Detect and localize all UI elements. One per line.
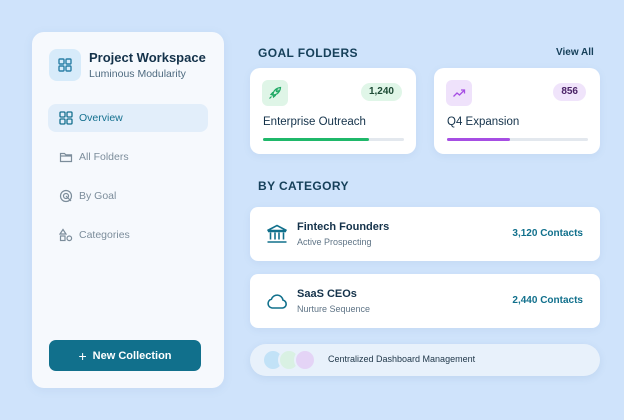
category-card-fintech-founders[interactable]: Fintech Founders Active Prospecting 3,12…	[250, 207, 600, 261]
workspace-logo-icon	[49, 49, 81, 81]
sidebar: Project Workspace Luminous Modularity Ov…	[32, 32, 224, 388]
goal-progress-track	[263, 138, 404, 141]
goal-name: Q4 Expansion	[447, 116, 520, 128]
category-contact-count: 3,120 Contacts	[512, 228, 583, 239]
sidebar-item-label: Overview	[79, 112, 123, 124]
goal-count-badge: 856	[553, 83, 586, 101]
sidebar-item-overview[interactable]: Overview	[48, 104, 208, 132]
sidebar-item-all-folders[interactable]: All Folders	[48, 143, 208, 171]
new-collection-label: New Collection	[92, 349, 172, 362]
workspace-subtitle: Luminous Modularity	[89, 67, 186, 80]
category-status: Nurture Sequence	[297, 304, 371, 314]
folder-icon	[59, 152, 73, 163]
goal-progress-fill	[263, 138, 369, 141]
new-collection-button[interactable]: + New Collection	[49, 340, 201, 371]
sidebar-item-label: By Goal	[79, 190, 117, 202]
goal-name: Enterprise Outreach	[263, 116, 366, 128]
plus-icon: +	[78, 347, 87, 364]
workspace-header: Project Workspace Luminous Modularity	[49, 49, 206, 81]
sidebar-nav: Overview All Folders By Goal Categories	[48, 104, 208, 260]
shapes-icon	[59, 228, 73, 242]
dashboard-footer-bar: Centralized Dashboard Management	[250, 344, 600, 376]
workspace-title: Project Workspace	[89, 49, 206, 65]
trending-up-icon	[446, 80, 472, 106]
goal-card-q4-expansion[interactable]: 856 Q4 Expansion	[434, 68, 600, 154]
view-all-link[interactable]: View All	[556, 47, 594, 58]
category-status: Active Prospecting	[297, 237, 372, 247]
rocket-icon	[262, 80, 288, 106]
footer-text: Centralized Dashboard Management	[328, 354, 476, 364]
grid-icon	[59, 111, 73, 125]
category-card-saas-ceos[interactable]: SaaS CEOs Nurture Sequence 2,440 Contact…	[250, 274, 600, 328]
app-frame: Project Workspace Luminous Modularity Ov…	[0, 0, 624, 420]
by-category-title: BY CATEGORY	[258, 179, 349, 193]
category-name: SaaS CEOs	[297, 288, 357, 300]
goal-card-enterprise-outreach[interactable]: 1,240 Enterprise Outreach	[250, 68, 416, 154]
category-name: Fintech Founders	[297, 221, 390, 233]
target-icon	[59, 189, 73, 203]
sidebar-item-label: All Folders	[79, 151, 129, 163]
sidebar-item-by-goal[interactable]: By Goal	[48, 182, 208, 210]
bank-icon	[267, 224, 287, 243]
sidebar-item-categories[interactable]: Categories	[48, 221, 208, 249]
category-contact-count: 2,440 Contacts	[512, 295, 583, 306]
goal-progress-fill	[447, 138, 511, 141]
goal-progress-track	[447, 138, 588, 141]
goal-count-badge: 1,240	[360, 83, 402, 101]
sidebar-item-label: Categories	[79, 229, 130, 241]
cloud-icon	[267, 294, 287, 309]
goal-folders-title: GOAL FOLDERS	[258, 46, 358, 60]
avatar	[294, 349, 316, 371]
